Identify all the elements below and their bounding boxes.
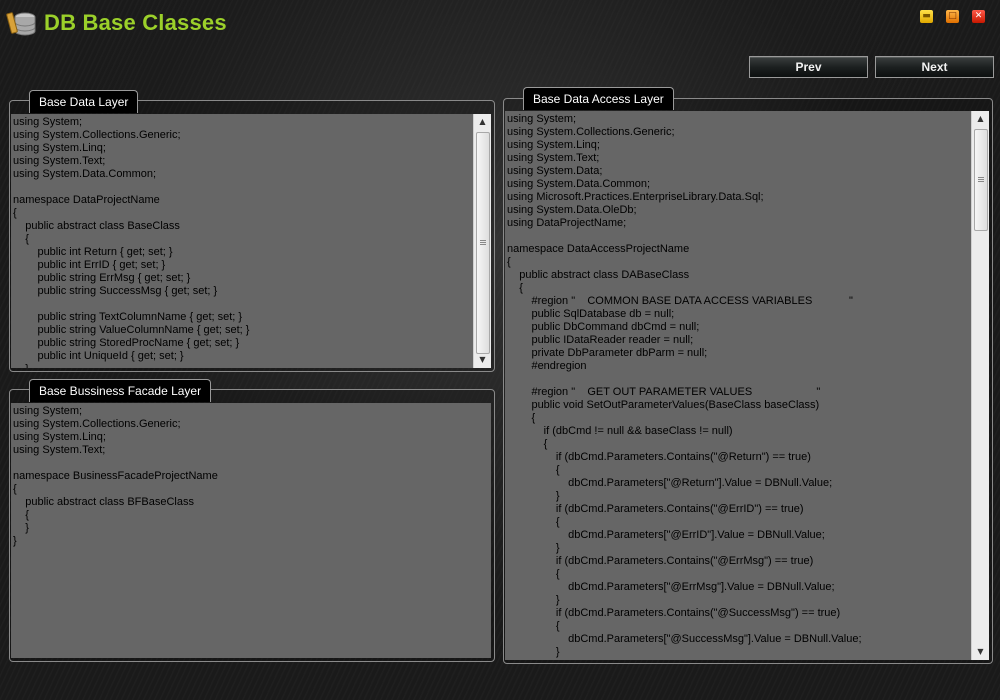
grip-icon — [978, 177, 984, 183]
base-data-access-layer-tab[interactable]: Base Data Access Layer — [523, 87, 674, 110]
grip-icon — [480, 240, 486, 246]
base-business-facade-tab[interactable]: Base Bussiness Facade Layer — [29, 379, 212, 402]
arrow-up-icon[interactable]: ▲ — [474, 114, 491, 130]
base-data-access-layer-editor[interactable]: using System; using System.Collections.G… — [505, 111, 989, 660]
base-data-layer-code[interactable]: using System; using System.Collections.G… — [11, 114, 491, 368]
close-icon[interactable]: ✕ — [972, 10, 985, 23]
app-title: DB Base Classes — [44, 10, 227, 35]
base-data-layer-scrollbar[interactable]: ▲ ▼ — [473, 114, 491, 368]
base-business-facade-editor[interactable]: using System; using System.Collections.G… — [11, 403, 491, 658]
base-data-layer-tab[interactable]: Base Data Layer — [29, 90, 139, 113]
arrow-up-icon[interactable]: ▲ — [972, 111, 989, 127]
database-icon — [6, 9, 38, 39]
base-data-layer-editor[interactable]: using System; using System.Collections.G… — [11, 114, 491, 368]
prev-button[interactable]: Prev — [749, 56, 868, 78]
scrollbar-thumb[interactable] — [974, 129, 988, 231]
scrollbar-thumb[interactable] — [476, 132, 490, 354]
base-business-facade-code[interactable]: using System; using System.Collections.G… — [11, 403, 491, 550]
base-data-access-layer-scrollbar[interactable]: ▲ ▼ — [971, 111, 989, 660]
minimize-icon[interactable]: ▬ — [920, 10, 933, 23]
arrow-down-icon[interactable]: ▼ — [474, 352, 491, 368]
arrow-down-icon[interactable]: ▼ — [972, 644, 989, 660]
next-button[interactable]: Next — [875, 56, 994, 78]
maximize-icon[interactable]: □ — [946, 10, 959, 23]
base-data-access-layer-code[interactable]: using System; using System.Collections.G… — [505, 111, 989, 660]
